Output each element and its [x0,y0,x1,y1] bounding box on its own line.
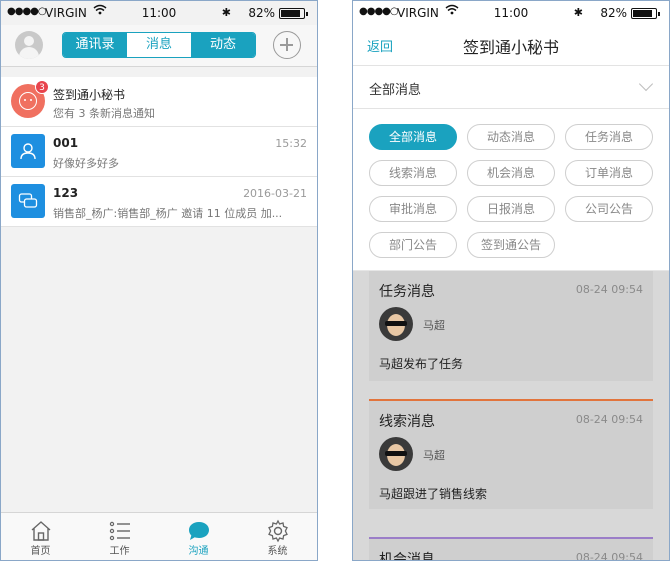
segment-contacts[interactable]: 通讯录 [63,33,127,57]
filter-chip-panel: 全部消息 动态消息 任务消息 线索消息 机会消息 订单消息 审批消息 日报消息 … [353,109,669,271]
card-time: 08-24 09:54 [575,283,643,296]
card-time: 08-24 09:54 [575,413,643,426]
messages-header: 通讯录 消息 动态 [1,25,317,67]
battery-percent: 82% [248,6,275,20]
battery-icon [631,8,660,19]
tab-home[interactable]: 首页 [1,513,80,560]
conversation-title: 123 [53,186,79,200]
conversation-title: 签到通小秘书 [53,88,126,102]
conversation-row-123[interactable]: 123 销售部_杨广:销售部_杨广 邀请 11 位成员 加... 2016-03… [1,177,317,227]
avatar-glasses [385,451,407,456]
card-time: 08-24 09:54 [575,551,643,561]
bluetooth-icon: ✱ [573,6,583,19]
chip-department-notice[interactable]: 部门公告 [369,232,457,258]
segment-activity[interactable]: 动态 [191,33,255,57]
battery-icon [279,8,308,19]
conversation-subtitle: 销售部_杨广:销售部_杨广 邀请 11 位成员 加... [53,207,283,220]
battery-percent: 82% [600,6,627,20]
list-icon [109,521,130,541]
tab-label: 系统 [267,546,288,557]
tab-label: 沟通 [188,546,209,557]
bluetooth-icon: ✱ [221,6,231,19]
page-title: 签到通小秘书 [462,38,559,57]
chip-approval[interactable]: 审批消息 [369,196,457,222]
segmented-control: 通讯录 消息 动态 [62,32,256,58]
card-title: 线索消息 [379,414,435,430]
chip-system-notice[interactable]: 签到通公告 [467,232,555,258]
message-card[interactable]: 机会消息 08-24 09:54 [369,537,653,561]
message-card[interactable]: 线索消息 08-24 09:54 马超 马超跟进了销售线索 [369,399,653,509]
user-avatar [379,437,413,471]
chip-order[interactable]: 订单消息 [565,160,653,186]
conversation-list: 3 签到通小秘书 您有 3 条新消息通知 001 好像好多好多 15:32 12… [1,77,317,227]
conversation-time: 2016-03-21 [243,187,307,200]
filter-label: 全部消息 [369,83,422,98]
chip-all[interactable]: 全部消息 [369,124,457,150]
conversation-time: 15:32 [275,137,307,150]
chip-daily-report[interactable]: 日报消息 [467,196,555,222]
tab-bar: 首页 工作 沟通 系统 [1,512,317,560]
card-title: 机会消息 [379,552,435,561]
unread-badge: 3 [35,80,49,94]
add-button[interactable] [273,31,301,59]
face-icon [19,92,37,110]
conversation-row-secretary[interactable]: 3 签到通小秘书 您有 3 条新消息通知 [1,77,317,127]
user-avatar [379,307,413,341]
chip-opportunity[interactable]: 机会消息 [467,160,555,186]
chat-bubble-icon [188,522,209,540]
tab-label: 首页 [30,546,51,557]
chip-lead[interactable]: 线索消息 [369,160,457,186]
card-body: 马超跟进了销售线索 [379,487,488,501]
avatar-head [24,36,34,46]
chevron-down-icon [638,76,654,92]
status-bar: ●●●●○ VIRGIN 11:00 ✱ 82% [1,1,317,25]
chip-company-notice[interactable]: 公司公告 [565,196,653,222]
gear-icon [267,519,288,543]
secretary-screen: ●●●●○ VIRGIN 11:00 ✱ 82% 返回 签到通小秘书 全部消息 … [352,0,670,561]
card-body: 马超发布了任务 [379,357,464,371]
messages-screen: ●●●●○ VIRGIN 11:00 ✱ 82% 通讯录 消息 动态 3 签到通… [0,0,318,561]
profile-avatar-button[interactable] [15,31,43,59]
tab-label: 工作 [109,546,130,557]
segment-messages[interactable]: 消息 [127,33,191,57]
conversation-subtitle: 好像好多好多 [53,157,119,170]
card-user: 马超 [423,319,445,332]
avatar-shoulders [19,47,39,59]
home-icon [31,521,50,541]
conversation-subtitle: 您有 3 条新消息通知 [53,107,155,120]
card-title: 任务消息 [379,284,435,300]
status-bar: ●●●●○ VIRGIN 11:00 ✱ 82% [353,1,669,25]
tab-system[interactable]: 系统 [238,513,317,560]
conversation-title: 001 [53,136,79,150]
screen-divider [318,0,352,561]
tab-work[interactable]: 工作 [80,513,159,560]
chip-activity[interactable]: 动态消息 [467,124,555,150]
avatar-glasses [385,321,407,326]
filter-dropdown[interactable]: 全部消息 [353,65,669,109]
nav-header: 返回 签到通小秘书 [353,25,669,65]
person-icon [11,134,45,168]
message-card[interactable]: 任务消息 08-24 09:54 马超 马超发布了任务 [369,271,653,381]
chip-task[interactable]: 任务消息 [565,124,653,150]
message-feed: 任务消息 08-24 09:54 马超 马超发布了任务 线索消息 08-24 0… [353,271,669,560]
card-user: 马超 [423,449,445,462]
group-chat-icon [11,184,45,218]
tab-communicate[interactable]: 沟通 [159,513,238,560]
conversation-row-001[interactable]: 001 好像好多好多 15:32 [1,127,317,177]
